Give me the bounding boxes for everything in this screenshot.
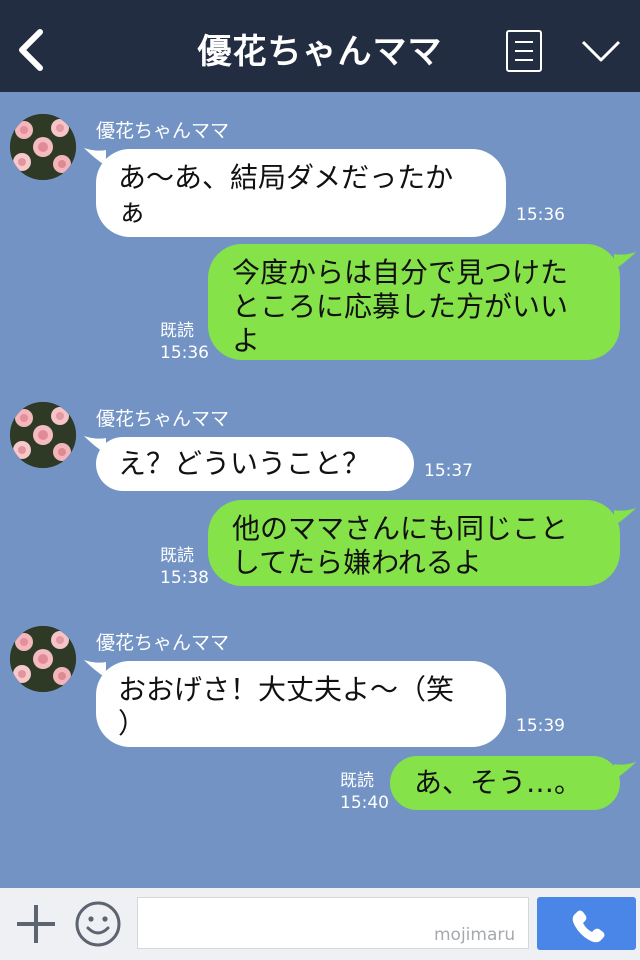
chat-title: 優花ちゃんママ xyxy=(197,32,443,72)
plus-icon[interactable] xyxy=(14,902,58,946)
message-text: ぁ xyxy=(118,195,147,228)
message-time: 15:37 xyxy=(424,461,473,481)
message-text: 他のママさんにも同じこと xyxy=(232,512,569,545)
message-bubble-outgoing[interactable]: 今度からは自分で見つけた ところに応募した方がいい よ xyxy=(208,244,620,360)
avatar[interactable] xyxy=(10,114,76,180)
message-bubble-incoming[interactable]: おおげさ！大丈夫よ〜（笑 ） xyxy=(96,661,506,747)
smiley-icon[interactable] xyxy=(74,900,122,948)
message-text: ところに応募した方がいい xyxy=(232,290,569,323)
read-receipt: 既読 15:40 xyxy=(340,770,389,814)
message-time: 15:39 xyxy=(516,716,565,736)
message-text: 今度からは自分で見つけた xyxy=(232,256,569,289)
read-label: 既読 xyxy=(160,321,194,341)
message-time: 15:36 xyxy=(160,343,209,363)
bubble-tail xyxy=(614,762,636,780)
message-bubble-outgoing[interactable]: あ、そう…。 xyxy=(390,756,620,810)
message-text: あ〜あ、結局ダメだったか xyxy=(118,161,454,194)
watermark: mojimaru xyxy=(434,925,516,945)
message-time: 15:40 xyxy=(340,793,389,813)
message-time: 15:36 xyxy=(516,205,565,225)
rose-avatar-icon xyxy=(10,402,76,468)
avatar[interactable] xyxy=(10,402,76,468)
message-text: え？どういうこと？ xyxy=(118,447,371,480)
message-bubble-incoming[interactable]: え？どういうこと？ xyxy=(96,437,414,491)
read-receipt: 既読 15:36 xyxy=(160,320,209,364)
message-text: ） xyxy=(118,707,147,740)
chevron-down-icon[interactable] xyxy=(580,38,622,64)
read-receipt: 既読 15:38 xyxy=(160,545,209,589)
rose-avatar-icon xyxy=(10,626,76,692)
menu-icon[interactable] xyxy=(506,30,542,72)
message-bubble-incoming[interactable]: あ〜あ、結局ダメだったか ぁ xyxy=(96,149,506,237)
message-text: よ xyxy=(232,324,261,357)
message-text: あ、そう…。 xyxy=(414,766,583,799)
sender-name: 優花ちゃんママ xyxy=(96,408,230,430)
read-label: 既読 xyxy=(160,546,194,566)
message-text: おおげさ！大丈夫よ〜（笑 xyxy=(118,673,455,706)
phone-icon xyxy=(572,910,605,943)
bubble-tail xyxy=(614,252,636,270)
avatar[interactable] xyxy=(10,626,76,692)
rose-avatar-icon xyxy=(10,114,76,180)
message-time: 15:38 xyxy=(160,568,209,588)
sender-name: 優花ちゃんママ xyxy=(96,120,230,142)
sender-name: 優花ちゃんママ xyxy=(96,632,230,654)
message-bubble-outgoing[interactable]: 他のママさんにも同じこと してたら嫌われるよ xyxy=(208,500,620,586)
call-button[interactable] xyxy=(537,897,636,950)
message-text: してたら嫌われるよ xyxy=(232,546,482,579)
chat-header: 優花ちゃんママ xyxy=(0,0,640,92)
read-label: 既読 xyxy=(340,771,374,791)
bubble-tail xyxy=(614,508,636,526)
